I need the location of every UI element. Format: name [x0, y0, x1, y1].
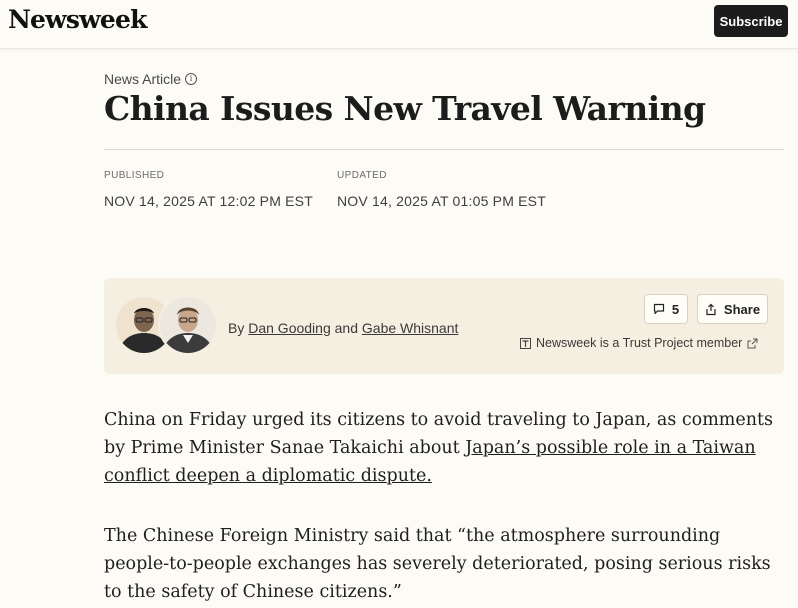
- trust-project-text: Newsweek is a Trust Project member: [536, 336, 743, 350]
- updated-label: UPDATED: [337, 170, 387, 181]
- comments-count: 5: [671, 301, 680, 317]
- byline-conjunction: and: [334, 320, 358, 336]
- byline-box: By Dan Gooding and Gabe Whisnant 5 Share…: [104, 278, 784, 374]
- author-link-1[interactable]: Dan Gooding: [248, 320, 331, 336]
- article-type: News Article i: [104, 71, 198, 87]
- byline: By Dan Gooding and Gabe Whisnant: [228, 320, 458, 336]
- info-icon[interactable]: i: [185, 73, 198, 85]
- share-icon: [706, 303, 716, 315]
- trust-project-icon: [520, 337, 531, 349]
- published-label: PUBLISHED: [104, 170, 165, 181]
- share-button[interactable]: Share: [697, 294, 768, 324]
- byline-prefix: By: [228, 320, 245, 336]
- headline: China Issues New Travel Warning: [104, 89, 706, 128]
- subscribe-button[interactable]: Subscribe: [714, 5, 788, 37]
- external-link-icon: [747, 338, 758, 348]
- author-link-2[interactable]: Gabe Whisnant: [362, 320, 459, 336]
- author-avatar-2[interactable]: [158, 295, 218, 355]
- comments-button[interactable]: 5: [644, 294, 688, 324]
- article-type-label: News Article: [104, 71, 182, 87]
- published-date: NOV 14, 2025 AT 12:02 PM EST: [104, 193, 313, 209]
- divider: [104, 149, 784, 150]
- article-paragraph-1: China on Friday urged its citizens to av…: [104, 406, 784, 490]
- share-label: Share: [723, 301, 761, 317]
- site-header: Newsweek Subscribe: [0, 0, 798, 49]
- article-paragraph-2: The Chinese Foreign Ministry said that “…: [104, 526, 771, 602]
- updated-date: NOV 14, 2025 AT 01:05 PM EST: [337, 193, 546, 209]
- newsweek-logo[interactable]: Newsweek: [8, 5, 147, 34]
- trust-project-link[interactable]: Newsweek is a Trust Project member: [520, 336, 758, 350]
- comment-icon: [653, 303, 664, 315]
